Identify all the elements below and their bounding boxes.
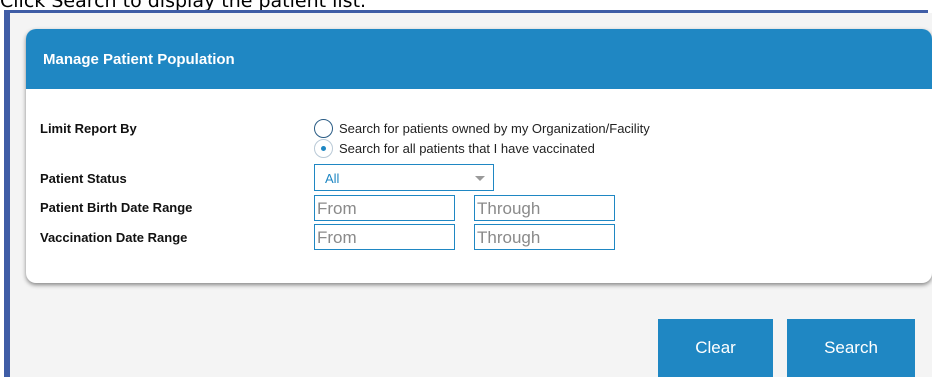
radio-unchecked-icon[interactable] xyxy=(314,118,333,138)
patient-status-select[interactable]: All xyxy=(314,164,494,191)
panel-title: Manage Patient Population xyxy=(43,51,235,68)
patient-status-value: All xyxy=(325,171,340,186)
clear-button[interactable]: Clear xyxy=(658,319,773,377)
vaccination-date-through-input[interactable] xyxy=(474,224,615,250)
vaccination-date-from-input[interactable] xyxy=(314,224,455,250)
radio-label: Search for patients owned by my Organiza… xyxy=(339,120,650,136)
panel-header: Manage Patient Population xyxy=(26,29,932,89)
chevron-down-icon xyxy=(475,176,485,181)
birth-date-from-input[interactable] xyxy=(314,195,455,221)
vaccination-date-range-label: Vaccination Date Range xyxy=(40,230,188,245)
radio-label: Search for all patients that I have vacc… xyxy=(339,140,595,156)
limit-report-label: Limit Report By xyxy=(40,121,137,136)
manage-patient-population-panel: Manage Patient Population Limit Report B… xyxy=(26,29,932,283)
radio-organization-facility[interactable]: Search for patients owned by my Organiza… xyxy=(314,118,650,138)
radio-all-vaccinated[interactable]: Search for all patients that I have vacc… xyxy=(314,138,595,158)
radio-checked-icon[interactable] xyxy=(314,138,333,158)
birth-date-range-label: Patient Birth Date Range xyxy=(40,200,193,215)
birth-date-through-input[interactable] xyxy=(474,195,615,221)
patient-status-label: Patient Status xyxy=(40,171,127,186)
search-button[interactable]: Search xyxy=(787,319,915,377)
